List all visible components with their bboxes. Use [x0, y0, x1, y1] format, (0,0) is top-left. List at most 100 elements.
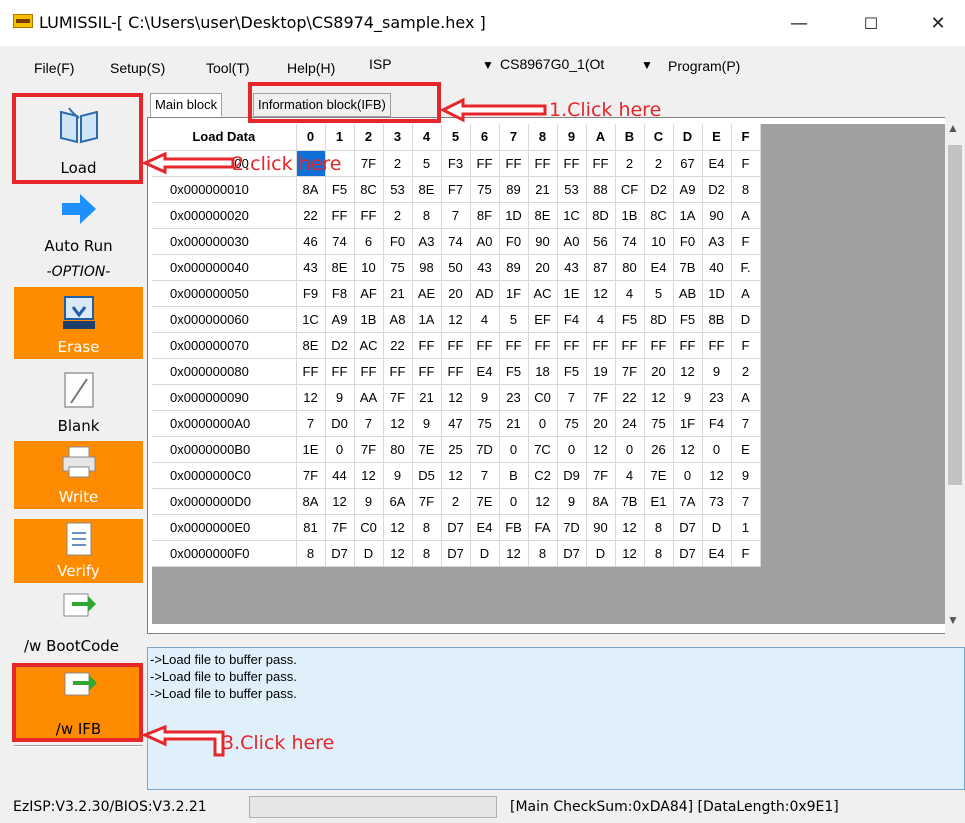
- verify-button[interactable]: Verify: [14, 519, 143, 583]
- hex-cell[interactable]: 43: [557, 254, 587, 281]
- hex-cell[interactable]: FF: [499, 332, 529, 359]
- hex-cell[interactable]: E4: [644, 254, 674, 281]
- hex-cell[interactable]: F5: [673, 306, 703, 333]
- hex-cell[interactable]: F8: [325, 280, 355, 307]
- hex-cell[interactable]: 9: [325, 384, 355, 411]
- hex-cell[interactable]: 12: [586, 436, 616, 463]
- hex-cell[interactable]: E4: [470, 514, 500, 541]
- hex-cell[interactable]: 12: [296, 384, 326, 411]
- hex-cell[interactable]: FF: [644, 332, 674, 359]
- address-cell[interactable]: 0x000000080: [152, 358, 297, 385]
- hex-cell[interactable]: 22: [383, 332, 413, 359]
- hex-cell[interactable]: 7D: [470, 436, 500, 463]
- hex-cell[interactable]: 0: [325, 436, 355, 463]
- hex-cell[interactable]: 8: [412, 540, 442, 567]
- hex-cell[interactable]: 2: [383, 150, 413, 177]
- hex-cell[interactable]: 24: [615, 410, 645, 437]
- hex-cell[interactable]: 7: [731, 488, 761, 515]
- hex-cell[interactable]: 1: [731, 514, 761, 541]
- hex-cell[interactable]: 9: [673, 384, 703, 411]
- hex-cell[interactable]: 53: [557, 176, 587, 203]
- hex-cell[interactable]: 4: [470, 306, 500, 333]
- hex-cell[interactable]: 47: [441, 410, 471, 437]
- hex-cell[interactable]: FF: [673, 332, 703, 359]
- hex-cell[interactable]: 43: [296, 254, 326, 281]
- hex-cell[interactable]: 8: [731, 176, 761, 203]
- hex-cell[interactable]: E4: [702, 150, 732, 177]
- address-cell[interactable]: 0x000000010: [152, 176, 297, 203]
- hex-cell[interactable]: 2: [644, 150, 674, 177]
- hex-cell[interactable]: 7F: [615, 358, 645, 385]
- hex-cell[interactable]: A: [731, 202, 761, 229]
- hex-cell[interactable]: 44: [325, 462, 355, 489]
- hex-cell[interactable]: AB: [673, 280, 703, 307]
- hex-cell[interactable]: D5: [412, 462, 442, 489]
- hex-cell[interactable]: 98: [412, 254, 442, 281]
- hex-cell[interactable]: 89: [499, 254, 529, 281]
- hex-cell[interactable]: 53: [383, 176, 413, 203]
- address-cell[interactable]: 0x0000000E0: [152, 514, 297, 541]
- hex-cell[interactable]: 21: [499, 410, 529, 437]
- hex-cell[interactable]: 0: [702, 436, 732, 463]
- hex-cell[interactable]: 90: [702, 202, 732, 229]
- hex-cell[interactable]: FF: [383, 358, 413, 385]
- hex-cell[interactable]: 7F: [586, 384, 616, 411]
- hex-cell[interactable]: 8F: [470, 202, 500, 229]
- address-cell[interactable]: 0x0000000D0: [152, 488, 297, 515]
- hex-cell[interactable]: 7: [441, 202, 471, 229]
- hex-cell[interactable]: 75: [470, 176, 500, 203]
- hex-cell[interactable]: 9: [470, 384, 500, 411]
- hex-cell[interactable]: 8D: [586, 202, 616, 229]
- hex-cell[interactable]: D7: [325, 540, 355, 567]
- address-cell[interactable]: 0x0000000A0: [152, 410, 297, 437]
- hex-cell[interactable]: CF: [615, 176, 645, 203]
- hex-cell[interactable]: 20: [644, 358, 674, 385]
- address-cell[interactable]: 0x000000050: [152, 280, 297, 307]
- hex-cell[interactable]: 2: [383, 202, 413, 229]
- hex-cell[interactable]: F: [731, 228, 761, 255]
- hex-cell[interactable]: D2: [644, 176, 674, 203]
- hex-cell[interactable]: FF: [441, 332, 471, 359]
- menu-file[interactable]: File(F): [34, 60, 74, 76]
- hex-cell[interactable]: 8: [296, 540, 326, 567]
- hex-cell[interactable]: D2: [325, 332, 355, 359]
- hex-cell[interactable]: D: [702, 514, 732, 541]
- hex-cell[interactable]: A8: [383, 306, 413, 333]
- hex-cell[interactable]: 8E: [528, 202, 558, 229]
- hex-cell[interactable]: 6A: [383, 488, 413, 515]
- hex-cell[interactable]: A0: [557, 228, 587, 255]
- hex-cell[interactable]: 0: [499, 436, 529, 463]
- hex-cell[interactable]: 8A: [296, 488, 326, 515]
- hex-cell[interactable]: F4: [702, 410, 732, 437]
- hex-cell[interactable]: 89: [499, 176, 529, 203]
- chip-dropdown-arrow-icon-2[interactable]: ▼: [641, 58, 653, 72]
- hex-cell[interactable]: 12: [528, 488, 558, 515]
- hex-cell[interactable]: 10: [644, 228, 674, 255]
- address-cell[interactable]: 0x000000070: [152, 332, 297, 359]
- hex-cell[interactable]: E1: [644, 488, 674, 515]
- hex-cell[interactable]: 1C: [557, 202, 587, 229]
- hex-cell[interactable]: 75: [470, 410, 500, 437]
- hex-cell[interactable]: D: [586, 540, 616, 567]
- hex-cell[interactable]: 1C: [296, 306, 326, 333]
- hex-cell[interactable]: 5: [499, 306, 529, 333]
- hex-cell[interactable]: 4: [615, 462, 645, 489]
- hex-cell[interactable]: 90: [528, 228, 558, 255]
- hex-cell[interactable]: FF: [702, 332, 732, 359]
- hex-cell[interactable]: F5: [325, 176, 355, 203]
- hex-cell[interactable]: 4: [615, 280, 645, 307]
- hex-cell[interactable]: 19: [586, 358, 616, 385]
- hex-cell[interactable]: F5: [499, 358, 529, 385]
- hex-cell[interactable]: 8D: [644, 306, 674, 333]
- hex-cell[interactable]: 7F: [412, 488, 442, 515]
- close-button[interactable]: ✕: [915, 6, 961, 40]
- hex-cell[interactable]: 7: [731, 410, 761, 437]
- hex-cell[interactable]: 50: [441, 254, 471, 281]
- hex-cell[interactable]: 80: [383, 436, 413, 463]
- tab-main-block[interactable]: Main block: [150, 93, 223, 117]
- hex-cell[interactable]: 1F: [673, 410, 703, 437]
- hex-cell[interactable]: 7: [470, 462, 500, 489]
- hex-cell[interactable]: 21: [383, 280, 413, 307]
- hex-cell[interactable]: 25: [441, 436, 471, 463]
- hex-cell[interactable]: D7: [673, 540, 703, 567]
